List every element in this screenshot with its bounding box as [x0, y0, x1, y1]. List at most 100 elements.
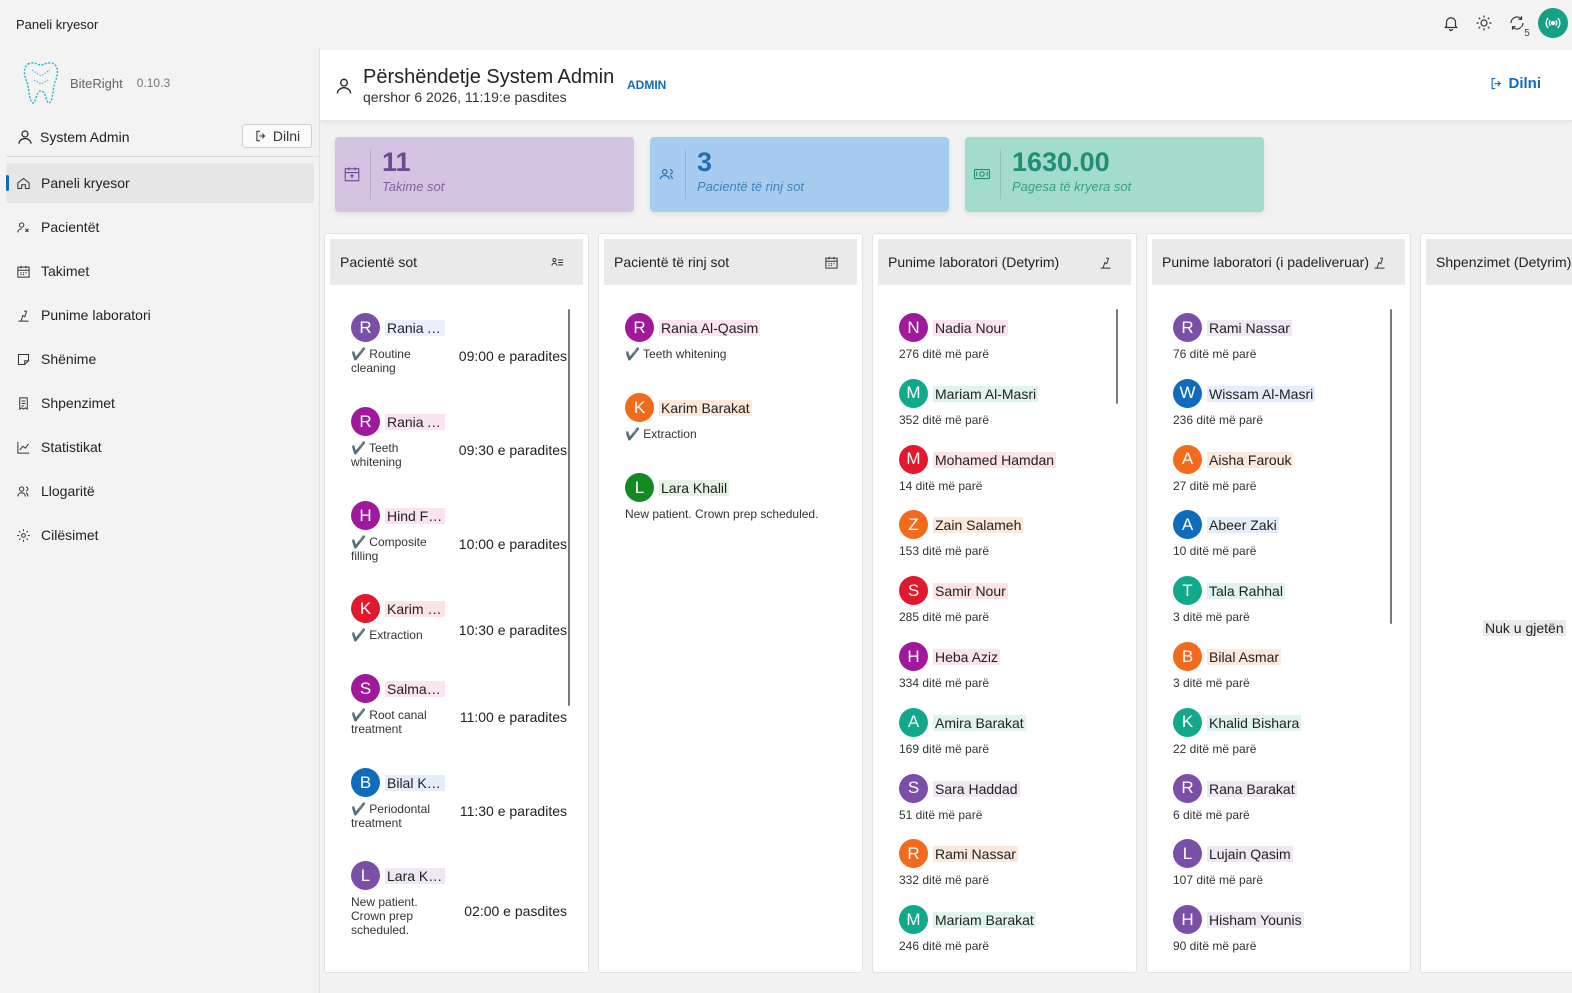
patient-name[interactable]: Rania Al-Qasim: [659, 320, 761, 336]
lab-work-row[interactable]: H Heba Aziz 334 ditë më parë: [899, 642, 1109, 694]
stat-value: 1630.00: [1012, 147, 1110, 177]
patient-name[interactable]: Khalid Bishara: [1207, 714, 1302, 731]
sidebar-item-expenses[interactable]: Shpenzimet: [6, 383, 314, 423]
lab-work-row[interactable]: M Mohamed Hamdan 14 ditë më parë: [899, 444, 1109, 497]
header-logout-button[interactable]: Dilni: [1489, 75, 1541, 92]
calendar-icon[interactable]: [824, 255, 839, 270]
new-patient-row[interactable]: L Lara Khalil New patient. Crown prep sche…: [625, 473, 845, 529]
lab-work-row[interactable]: R Rana Barakat 6 ditë më parë: [1173, 773, 1383, 826]
lab-icon[interactable]: [1372, 255, 1387, 270]
sidebar-item-dashboard[interactable]: Paneli kryesor: [6, 163, 314, 203]
money-icon: [973, 168, 991, 180]
appointment-row[interactable]: K Karim B... ✔️ Extraction 10:30 e paradite…: [351, 594, 567, 664]
patient-name[interactable]: Mariam Barakat: [933, 912, 1036, 929]
patient-name[interactable]: Karim Barakat: [659, 400, 752, 416]
lab-icon[interactable]: [1098, 255, 1113, 270]
patient-name[interactable]: Mohamed Hamdan: [933, 451, 1057, 468]
patient-name[interactable]: Hisham Younis: [1207, 912, 1304, 929]
lab-work-row[interactable]: B Bilal Asmar 3 ditë më parë: [1173, 642, 1383, 694]
patients-icon: [17, 221, 29, 233]
stat-card-appointments-today[interactable]: 11 Takime sot: [335, 137, 634, 212]
new-patient-row[interactable]: K Karim Barakat ✔️ Extraction: [625, 393, 845, 449]
patient-name[interactable]: Bilal Asmar: [1207, 649, 1282, 665]
lab-work-row[interactable]: H Hisham Younis 90 ditë më parë: [1173, 905, 1383, 957]
lab-work-row[interactable]: A Abeer Zaki 10 ditë më parë: [1173, 510, 1383, 562]
patient-name[interactable]: Aisha Farouk: [1207, 451, 1294, 468]
chart-icon: [17, 441, 30, 454]
lab-work-row[interactable]: T Tala Rahhal 3 ditë më parë: [1173, 576, 1383, 628]
appointment-row[interactable]: S Salma Y... ✔️ Root canal treatment 11:00 e…: [351, 674, 567, 744]
new-patient-row[interactable]: R Rania Al-Qasim ✔️ Teeth whitening: [625, 313, 845, 369]
patient-name[interactable]: Karim B...: [385, 601, 445, 617]
stat-card-payments-today[interactable]: 1630.00 Pagesa të kryera sot: [965, 137, 1264, 212]
theme-toggle-button[interactable]: [1472, 11, 1496, 35]
sidebar-item-label: Punime laboratori: [41, 307, 151, 323]
lab-work-row[interactable]: N Nadia Nour 276 ditë më parë: [899, 313, 1109, 365]
patient-avatar: S: [899, 773, 928, 803]
lab-work-row[interactable]: Z Zain Salameh 153 ditë më parë: [899, 510, 1109, 562]
patient-name[interactable]: Nadia Nour: [933, 320, 1008, 336]
appointment-row[interactable]: B Bilal Kh... ✔️ Periodontal treatment 11:30…: [351, 768, 567, 838]
days-ago: 90 ditë më parë: [1173, 939, 1257, 954]
calendar-icon: [17, 265, 30, 278]
patient-name[interactable]: Hind Fa...: [385, 508, 445, 524]
panel-scrollbar[interactable]: [1390, 309, 1392, 624]
lab-work-row[interactable]: M Mariam Al-Masri 352 ditë më parë: [899, 378, 1109, 431]
patient-name[interactable]: Lara Khalil: [659, 480, 730, 496]
patient-name[interactable]: Samir Nour: [933, 583, 1008, 600]
lab-work-row[interactable]: A Amira Barakat 169 ditë më parë: [899, 707, 1109, 760]
patient-name[interactable]: Salma Y...: [385, 681, 445, 697]
window-title: Paneli kryesor: [16, 17, 99, 32]
lab-work-row[interactable]: K Khalid Bishara 22 ditë më parë: [1173, 707, 1383, 760]
sidebar-item-appointments[interactable]: Takimet: [6, 251, 314, 291]
list-icon[interactable]: [550, 255, 565, 270]
patient-name[interactable]: Wissam Al-Masri: [1207, 385, 1316, 402]
sidebar-item-accounts[interactable]: Llogaritë: [6, 471, 314, 511]
patient-name[interactable]: Abeer Zaki: [1207, 517, 1279, 534]
patient-name[interactable]: Bilal Kh...: [385, 775, 445, 791]
panel-scrollbar[interactable]: [568, 309, 570, 706]
lab-work-row[interactable]: S Samir Nour 285 ditë më parë: [899, 576, 1109, 628]
appointment-row[interactable]: R Rania Al... ✔️ Teeth whitening 09:30 e par…: [351, 407, 567, 477]
patient-name[interactable]: Lujain Qasim: [1207, 846, 1293, 863]
appointment-time: 09:30 e paradites: [458, 442, 567, 458]
appointment-row[interactable]: R Rania A... ✔️ Routine cleaning 09:00 e par…: [351, 313, 567, 383]
sidebar-item-settings[interactable]: Cilësimet: [6, 515, 314, 555]
patient-name[interactable]: Rana Barakat: [1207, 780, 1297, 797]
appointment-note: ✔️ Extraction: [351, 628, 441, 642]
patient-name[interactable]: Rami Nassar: [933, 846, 1018, 863]
appointment-row[interactable]: L Lara Khalil New patient.Crown prepschedu…: [351, 861, 567, 937]
lab-work-row[interactable]: R Rami Nassar 76 ditë më parë: [1173, 313, 1383, 365]
lab-work-row[interactable]: W Wissam Al-Masri 236 ditë më parë: [1173, 378, 1383, 431]
online-status-button[interactable]: [1538, 8, 1568, 38]
patient-name[interactable]: Tala Rahhal: [1207, 583, 1285, 600]
patient-name[interactable]: Heba Aziz: [933, 649, 1001, 665]
patient-name[interactable]: Rania Al...: [385, 414, 445, 430]
days-ago: 332 ditë më parë: [899, 873, 990, 888]
notifications-button[interactable]: [1439, 11, 1463, 35]
lab-work-row[interactable]: M Mariam Barakat 246 ditë më parë: [899, 905, 1109, 957]
lab-work-row[interactable]: R Rami Nassar 332 ditë më parë: [899, 839, 1109, 891]
patient-name[interactable]: Lara Khalil: [385, 868, 445, 884]
sidebar-item-lab-work[interactable]: Punime laboratori: [6, 295, 314, 335]
patient-name[interactable]: Amira Barakat: [933, 714, 1026, 731]
sidebar-item-statistics[interactable]: Statistikat: [6, 427, 314, 467]
lab-work-row[interactable]: L Lujain Qasim 107 ditë më parë: [1173, 839, 1383, 891]
patient-name[interactable]: Zain Salameh: [933, 517, 1024, 534]
sidebar-item-patients[interactable]: Pacientët: [6, 207, 314, 247]
patient-name[interactable]: Rami Nassar: [1207, 320, 1292, 336]
patient-name[interactable]: Rania A...: [385, 320, 445, 336]
sidebar-item-label: Statistikat: [41, 439, 102, 455]
lab-work-row[interactable]: S Sara Haddad 51 ditë më parë: [899, 773, 1109, 826]
stat-card-new-patients-today[interactable]: 3 Pacientë të rinj sot: [650, 137, 949, 212]
sync-button[interactable]: 5: [1505, 11, 1535, 41]
panel-scrollbar[interactable]: [1116, 309, 1118, 404]
sidebar-logout-button[interactable]: Dilni: [242, 124, 312, 148]
lab-work-row[interactable]: A Aisha Farouk 27 ditë më parë: [1173, 444, 1383, 497]
sidebar-item-label: Pacientët: [41, 219, 100, 235]
sidebar-item-notes[interactable]: Shënime: [6, 339, 314, 379]
patient-name[interactable]: Mariam Al-Masri: [933, 385, 1039, 402]
patient-name[interactable]: Sara Haddad: [933, 780, 1020, 797]
appointment-time: 10:00 e paradites: [458, 536, 567, 552]
appointment-row[interactable]: H Hind Fa... ✔️ Composite filling 10:00 e pa…: [351, 501, 567, 571]
